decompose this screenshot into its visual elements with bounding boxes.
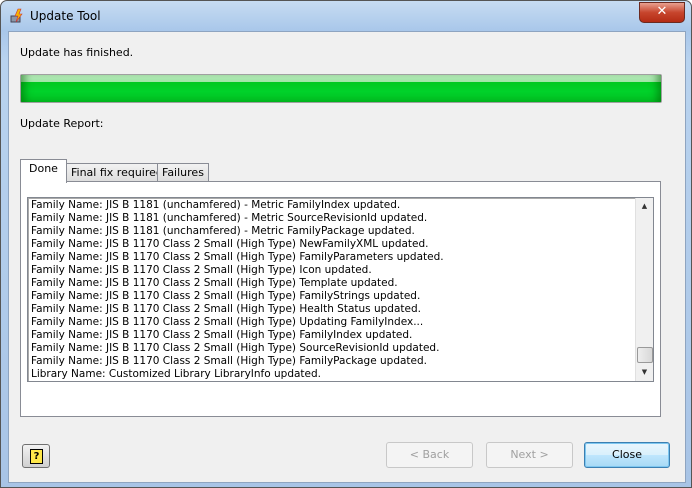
scroll-up-arrow-icon[interactable]: ▲ — [636, 198, 653, 215]
log-entry: Family Name: JIS B 1170 Class 2 Small (H… — [31, 329, 413, 341]
log-entry: Family Name: JIS B 1170 Class 2 Small (H… — [31, 342, 440, 354]
log-entry: Family Name: JIS B 1170 Class 2 Small (H… — [31, 355, 428, 367]
scroll-down-arrow-icon[interactable]: ▼ — [636, 364, 653, 381]
help-icon: ? — [30, 449, 43, 464]
back-button[interactable]: < Back — [386, 442, 473, 468]
report-label: Update Report: — [20, 117, 104, 130]
window-title: Update Tool — [30, 9, 101, 23]
tab-done[interactable]: Done — [20, 159, 67, 183]
window-close-button[interactable]: ✕ — [639, 2, 685, 23]
log-entry: Family Name: JIS B 1170 Class 2 Small (H… — [31, 277, 398, 289]
progress-bar — [20, 74, 662, 103]
log-entry: Family Name: JIS B 1170 Class 2 Small (H… — [31, 316, 424, 328]
dialog-body: Update has finished. Update Report: Done… — [8, 31, 686, 483]
next-button[interactable]: Next > — [486, 442, 573, 468]
help-button[interactable]: ? — [22, 444, 50, 468]
log-entry: Family Name: JIS B 1170 Class 2 Small (H… — [31, 303, 421, 315]
log-entry: Family Name: JIS B 1181 (unchamfered) - … — [31, 199, 401, 211]
scroll-thumb[interactable] — [637, 347, 653, 363]
tab-failures[interactable]: Failures — [157, 163, 209, 182]
report-log-list[interactable]: Family Name: JIS B 1181 (unchamfered) - … — [27, 197, 654, 382]
log-entry: Family Name: JIS B 1181 (unchamfered) - … — [31, 225, 415, 237]
window-frame: Update Tool ✕ Update has finished. Updat… — [0, 0, 692, 488]
tab-panel-done: Family Name: JIS B 1181 (unchamfered) - … — [20, 181, 661, 417]
scrollbar[interactable]: ▲ ▼ — [635, 198, 653, 381]
log-entry: Family Name: JIS B 1170 Class 2 Small (H… — [31, 264, 372, 276]
log-entry: Family Name: JIS B 1170 Class 2 Small (H… — [31, 238, 429, 250]
log-entry: Family Name: JIS B 1170 Class 2 Small (H… — [31, 290, 421, 302]
status-text: Update has finished. — [20, 46, 134, 59]
tab-final-fix-required[interactable]: Final fix required — [66, 163, 168, 182]
close-button[interactable]: Close — [584, 442, 670, 468]
log-entry: Library Name: Customized Library Library… — [31, 368, 321, 380]
log-entry: Family Name: JIS B 1181 (unchamfered) - … — [31, 212, 428, 224]
log-entry: Family Name: JIS B 1170 Class 2 Small (H… — [31, 251, 444, 263]
progress-fill — [21, 75, 661, 102]
update-tool-icon — [10, 8, 23, 23]
